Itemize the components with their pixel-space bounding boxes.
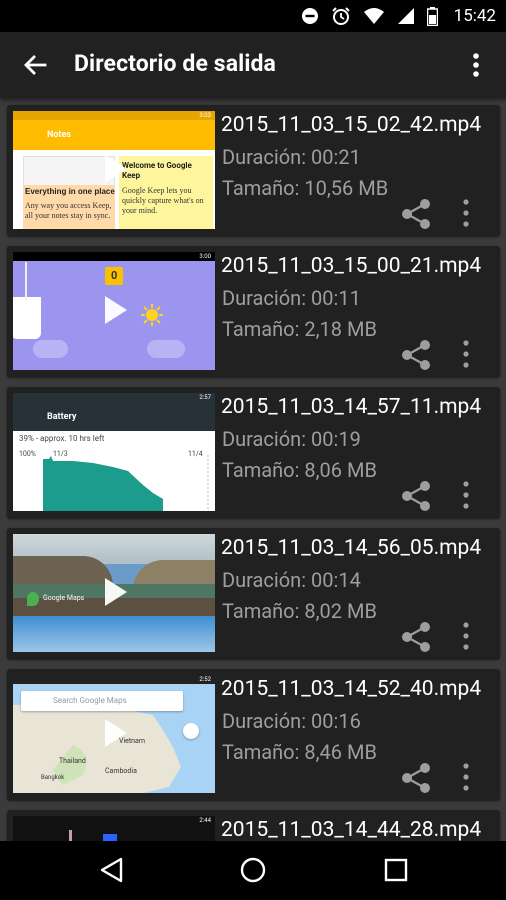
thumbnail-status-time: 2:57 <box>199 394 211 401</box>
thumbnail-map-label: Thailand <box>59 757 86 765</box>
thumbnail-map-label: Bangkok <box>41 774 65 781</box>
nav-recents-icon[interactable] <box>381 855 411 885</box>
thumbnail-status-time: 3:00 <box>199 253 211 260</box>
thumbnail-note-title: Welcome to Google Keep <box>122 161 192 180</box>
play-icon <box>105 437 127 465</box>
duration-text: Duración: 00:16 <box>222 709 361 733</box>
more-vert-icon[interactable] <box>459 479 473 511</box>
play-icon <box>105 296 127 324</box>
more-vert-icon[interactable] <box>459 620 473 652</box>
thumbnail-map-label: Cambodia <box>105 767 137 775</box>
play-icon <box>105 719 127 747</box>
thumbnail-battery-summary: 39% - approx. 10 hrs left <box>19 434 105 443</box>
recording-card[interactable]: 2:52 Search Google Maps Vietnam Thailand… <box>7 669 500 800</box>
thumbnail-brand: Google Maps <box>43 594 85 602</box>
nav-home-icon[interactable] <box>238 855 268 885</box>
more-vert-icon[interactable] <box>459 761 473 793</box>
status-time: 15:42 <box>453 6 496 26</box>
thumbnail-search-placeholder: Search Google Maps <box>53 696 127 705</box>
share-icon[interactable] <box>399 197 433 231</box>
share-icon[interactable] <box>399 761 433 795</box>
sun-icon <box>141 304 163 326</box>
more-vert-icon[interactable] <box>459 197 473 229</box>
recording-card[interactable]: 2:57 Battery 39% - approx. 10 hrs left 1… <box>7 387 500 518</box>
navigation-bar <box>0 841 506 900</box>
thumbnail-score: 0 <box>111 269 118 282</box>
size-text: Tamaño: 8,02 MB <box>222 599 377 623</box>
do-not-disturb-icon <box>301 8 318 24</box>
size-text: Tamaño: 2,18 MB <box>222 317 377 341</box>
back-arrow-icon[interactable] <box>20 50 50 80</box>
nav-back-icon[interactable] <box>97 855 127 885</box>
size-text: Tamaño: 10,56 MB <box>222 176 389 200</box>
duration-text: Duración: 00:21 <box>222 145 361 169</box>
recording-card[interactable]: 2:44 2015_11_03_14_44_28.mp4 <box>7 810 500 841</box>
thumbnail-status-time: 3:03 <box>199 112 211 119</box>
file-name: 2015_11_03_14_52_40.mp4 <box>221 677 482 701</box>
page-title: Directorio de salida <box>74 50 276 77</box>
app-bar: Directorio de salida <box>0 32 506 98</box>
recordings-list[interactable]: 3:03 Notes Everything in one place Any w… <box>0 98 506 841</box>
duration-text: Duración: 00:19 <box>222 427 361 451</box>
recording-card[interactable]: Google Maps 2015_11_03_14_56_05.mp4 Dura… <box>7 528 500 659</box>
play-icon <box>105 155 127 183</box>
thumbnail-status-time: 2:44 <box>199 817 211 824</box>
recording-card[interactable]: 3:00 0 2015_11_03_15_00_21.mp4 Duración:… <box>7 246 500 377</box>
file-name: 2015_11_03_14_44_28.mp4 <box>221 818 482 841</box>
file-name: 2015_11_03_15_00_21.mp4 <box>221 254 482 278</box>
video-thumbnail[interactable]: 2:52 Search Google Maps Vietnam Thailand… <box>13 675 215 793</box>
status-bar: 15:42 <box>0 0 506 32</box>
file-name: 2015_11_03_15_02_42.mp4 <box>221 113 482 137</box>
share-icon[interactable] <box>399 479 433 513</box>
thumbnail-app-title: Notes <box>47 130 71 140</box>
duration-text: Duración: 00:14 <box>222 568 361 592</box>
thumbnail-screen-title: Battery <box>47 412 77 422</box>
recording-card[interactable]: 3:03 Notes Everything in one place Any w… <box>7 105 500 236</box>
video-thumbnail[interactable]: 3:03 Notes Everything in one place Any w… <box>13 111 215 229</box>
thumbnail-note-body: Google Keep lets you quickly capture wha… <box>122 186 204 215</box>
video-thumbnail[interactable]: 3:00 0 <box>13 252 215 370</box>
size-text: Tamaño: 8,46 MB <box>222 740 377 764</box>
size-text: Tamaño: 8,06 MB <box>222 458 377 482</box>
file-name: 2015_11_03_14_57_11.mp4 <box>221 395 482 419</box>
file-name: 2015_11_03_14_56_05.mp4 <box>221 536 482 560</box>
alarm-icon <box>331 7 350 25</box>
thumbnail-note-body: Any way you access Keep, all your notes … <box>25 201 112 220</box>
duration-text: Duración: 00:11 <box>222 286 361 310</box>
more-vert-icon[interactable] <box>459 338 473 370</box>
wifi-icon <box>363 8 384 24</box>
share-icon[interactable] <box>399 620 433 654</box>
thumbnail-note-title: Everything in one place <box>25 187 115 196</box>
video-thumbnail[interactable]: Google Maps <box>13 534 215 652</box>
overflow-menu-icon[interactable] <box>464 51 488 79</box>
video-thumbnail[interactable]: 2:57 Battery 39% - approx. 10 hrs left 1… <box>13 393 215 511</box>
share-icon[interactable] <box>399 338 433 372</box>
battery-icon <box>426 6 438 26</box>
video-thumbnail[interactable]: 2:44 <box>13 816 215 841</box>
signal-icon <box>397 8 414 24</box>
play-icon <box>105 578 127 606</box>
